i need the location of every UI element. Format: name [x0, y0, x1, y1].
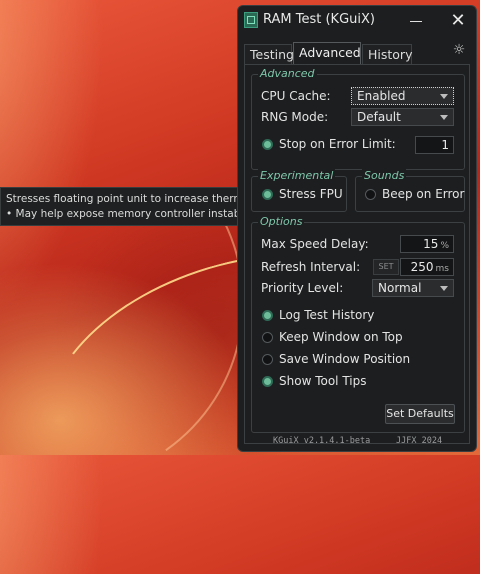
title-bar[interactable]: RAM Test (KGuiX) ✕: [238, 6, 476, 36]
version-label: KGuiX v2.1.4.1-beta: [273, 436, 371, 446]
minimize-button[interactable]: [406, 13, 426, 29]
experimental-group-title: Experimental: [258, 169, 336, 182]
show-tooltips-label: Show Tool Tips: [279, 374, 367, 388]
refresh-interval-unit: ms: [435, 264, 449, 274]
max-speed-delay-input[interactable]: 15%: [400, 235, 454, 253]
cpu-cache-select[interactable]: Enabled: [351, 87, 454, 105]
log-test-history-label: Log Test History: [279, 308, 375, 322]
priority-level-label: Priority Level:: [261, 281, 344, 295]
tab-history[interactable]: History: [362, 44, 412, 64]
beep-on-error-toggle[interactable]: [365, 189, 376, 200]
cpu-cache-value: Enabled: [357, 89, 406, 103]
refresh-interval-label: Refresh Interval:: [261, 260, 361, 274]
window-title: RAM Test (KGuiX): [263, 12, 375, 27]
tab-testing[interactable]: Testing: [244, 44, 294, 64]
sounds-group-title: Sounds: [362, 169, 407, 182]
refresh-interval-value: 250: [410, 260, 434, 274]
save-position-toggle[interactable]: [262, 354, 273, 365]
priority-level-select[interactable]: Normal: [372, 279, 454, 297]
app-window: RAM Test (KGuiX) ✕ Testing Advanced Hist…: [237, 5, 477, 452]
cpu-cache-label: CPU Cache:: [261, 89, 331, 103]
stop-on-error-toggle[interactable]: [262, 139, 273, 150]
chevron-down-icon: [440, 115, 448, 120]
stop-on-error-label: Stop on Error Limit:: [279, 137, 396, 151]
set-defaults-button[interactable]: Set Defaults: [385, 404, 455, 424]
stress-fpu-toggle[interactable]: [262, 189, 273, 200]
rng-mode-select[interactable]: Default: [351, 108, 454, 126]
tab-advanced[interactable]: Advanced: [293, 42, 361, 64]
rng-mode-label: RNG Mode:: [261, 110, 329, 124]
tooltip-line-2: • May help expose memory controller inst…: [6, 208, 262, 220]
refresh-set-button[interactable]: SET: [373, 259, 399, 275]
credit-label: JJFX 2024: [396, 436, 443, 446]
keep-on-top-label: Keep Window on Top: [279, 330, 403, 344]
max-speed-delay-unit: %: [440, 241, 449, 251]
settings-icon[interactable]: ☼: [451, 42, 467, 58]
refresh-interval-input[interactable]: 250 ms: [400, 258, 454, 276]
chevron-down-icon: [440, 286, 448, 291]
options-group-title: Options: [258, 215, 305, 228]
advanced-group-title: Advanced: [258, 67, 317, 80]
rng-mode-value: Default: [357, 110, 401, 124]
error-limit-input[interactable]: 1: [415, 136, 454, 154]
keep-on-top-toggle[interactable]: [262, 332, 273, 343]
chevron-down-icon: [440, 94, 448, 99]
app-icon: [244, 12, 258, 28]
tooltip-line-1: Stresses floating point unit to increase…: [6, 193, 262, 205]
max-speed-delay-label: Max Speed Delay:: [261, 237, 369, 251]
max-speed-delay-value: 15: [423, 237, 439, 251]
stress-fpu-label: Stress FPU: [279, 187, 343, 201]
beep-on-error-label: Beep on Error: [382, 187, 465, 201]
close-button[interactable]: ✕: [446, 10, 470, 32]
show-tooltips-toggle[interactable]: [262, 376, 273, 387]
priority-level-value: Normal: [378, 281, 422, 295]
tooltip: Stresses floating point unit to increase…: [0, 187, 262, 226]
save-position-label: Save Window Position: [279, 352, 411, 366]
log-test-history-toggle[interactable]: [262, 310, 273, 321]
